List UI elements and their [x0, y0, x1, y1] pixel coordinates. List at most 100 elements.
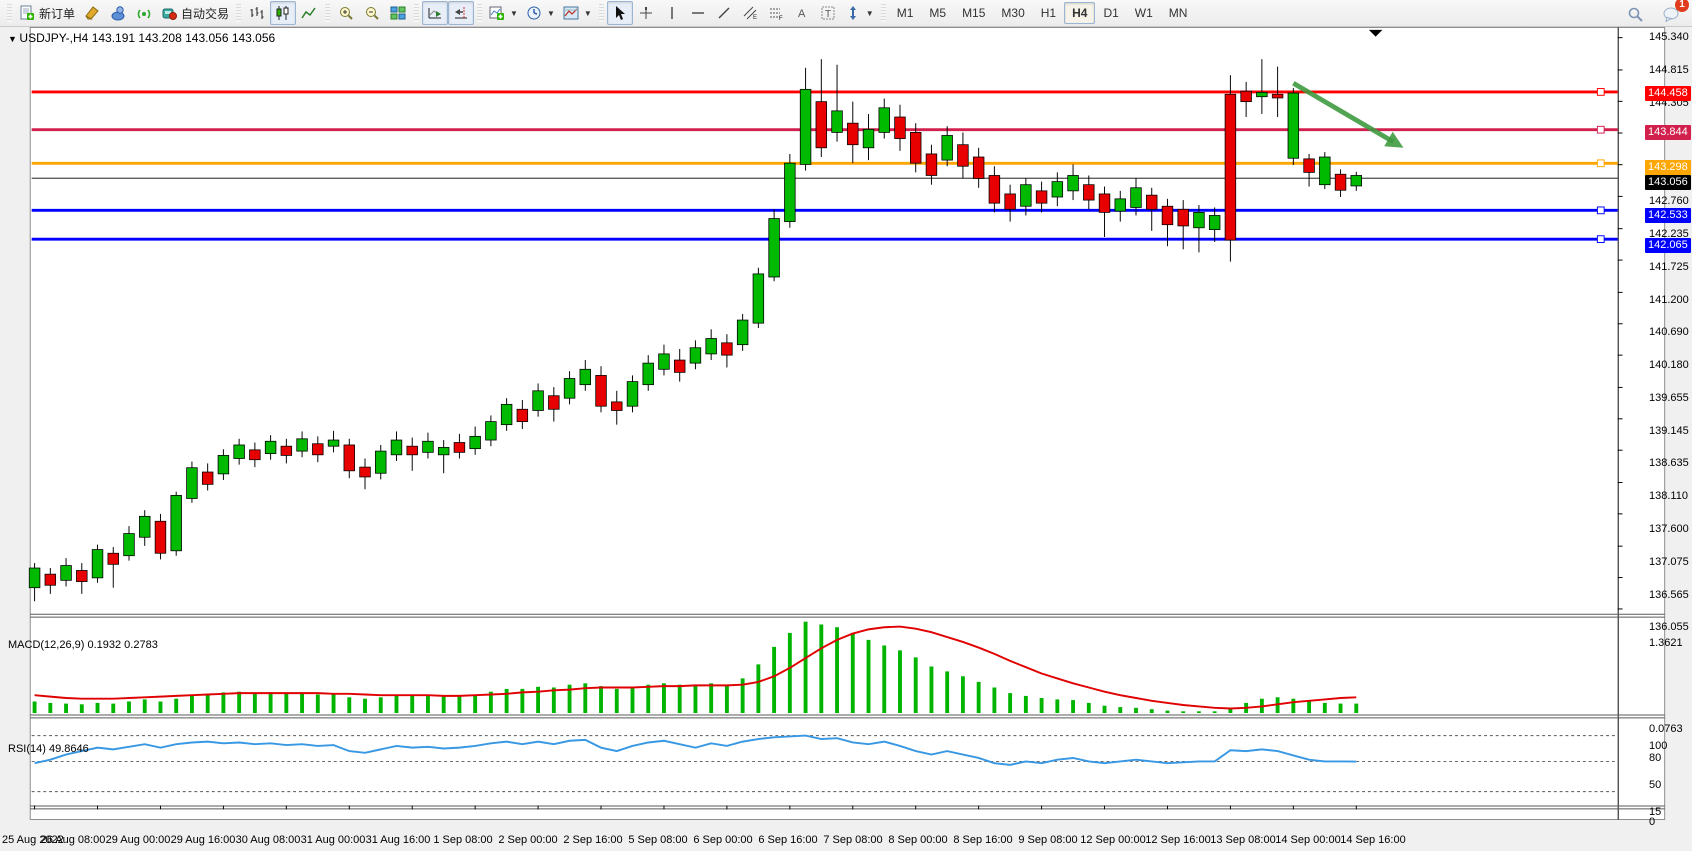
signal-waves-icon [136, 5, 152, 21]
line-handle[interactable] [1597, 236, 1604, 243]
macd-histogram-bar [678, 685, 682, 713]
channel-button[interactable]: E [737, 1, 763, 25]
macd-histogram-bar [332, 694, 336, 713]
candle [785, 154, 796, 228]
timeframe-H1[interactable]: H1 [1033, 2, 1064, 24]
template-icon [563, 5, 579, 21]
macd-histogram-bar [725, 685, 729, 713]
timeframe-D1[interactable]: D1 [1095, 2, 1126, 24]
macd-histogram-bar [379, 697, 383, 713]
text-button[interactable]: A [789, 1, 815, 25]
templates-button[interactable]: ▼ [559, 1, 596, 25]
timeframe-M1[interactable]: M1 [889, 2, 922, 24]
macd-histogram-bar [442, 696, 446, 713]
macd-histogram-bar [174, 699, 178, 713]
line-handle[interactable] [1597, 207, 1604, 214]
horizontal-line-button[interactable] [685, 1, 711, 25]
timeframe-MN[interactable]: MN [1161, 2, 1196, 24]
macd-histogram-bar [945, 671, 949, 713]
toolbar-grip[interactable] [414, 4, 419, 22]
periods-dropdown-caret: ▼ [547, 9, 555, 18]
auto-scroll-icon [427, 5, 443, 21]
macd-histogram-bar [961, 676, 965, 713]
timeframe-M5[interactable]: M5 [921, 2, 954, 24]
macd-histogram-bar [819, 624, 823, 713]
trade-group: 新订单 自动交易 [15, 0, 233, 26]
line-handle[interactable] [1597, 126, 1604, 133]
toolbar-grip[interactable] [236, 4, 241, 22]
tile-windows-icon [390, 5, 406, 21]
timeframe-M15[interactable]: M15 [954, 2, 993, 24]
clock-icon [526, 5, 542, 21]
autotrading-button[interactable]: 自动交易 [157, 1, 233, 25]
toolbar-grip[interactable] [325, 4, 330, 22]
search-icon [1627, 6, 1644, 23]
macd-histogram-bar [143, 699, 147, 713]
macd-histogram-bar [756, 664, 760, 713]
equidistant-channel-icon: E [742, 5, 758, 21]
toolbar-grip[interactable] [477, 4, 482, 22]
macd-histogram-bar [1181, 711, 1185, 713]
arrows-button[interactable]: ▼ [841, 1, 878, 25]
toolbar-grip[interactable] [881, 4, 886, 22]
macd-histogram-bar [33, 702, 37, 714]
timeframe-group: M1M5M15M30H1H4D1W1MN [889, 0, 1196, 26]
crosshair-button[interactable] [633, 1, 659, 25]
text-label-button[interactable]: T [815, 1, 841, 25]
gold-tool-icon [84, 5, 100, 21]
vertical-line-button[interactable] [659, 1, 685, 25]
fibonacci-button[interactable]: F [763, 1, 789, 25]
macd-histogram-bar [457, 696, 461, 713]
macd-histogram-bar [300, 693, 304, 713]
new-order-button[interactable]: 新订单 [15, 1, 79, 25]
autotrading-label: 自动交易 [181, 5, 229, 22]
timeframe-H4[interactable]: H4 [1064, 2, 1095, 24]
auto-scroll-button[interactable] [422, 1, 448, 25]
indicators-dropdown-caret: ▼ [510, 9, 518, 18]
timeframe-W1[interactable]: W1 [1127, 2, 1161, 24]
toolbar-grip[interactable] [7, 4, 12, 22]
chart-shift-icon [453, 5, 469, 21]
notification-badge: 1 [1675, 0, 1689, 12]
search-button[interactable] [1622, 2, 1648, 26]
macd-histogram-bar [882, 645, 886, 713]
signals-button[interactable] [131, 1, 157, 25]
zoom-out-button[interactable] [359, 1, 385, 25]
svg-text:F: F [779, 16, 783, 21]
line-handle[interactable] [1597, 89, 1604, 96]
chart-shift-button[interactable] [448, 1, 474, 25]
macd-histogram-bar [473, 695, 477, 714]
cursor-button[interactable] [607, 1, 633, 25]
metaeditor-button[interactable] [79, 1, 105, 25]
bar-chart-button[interactable] [244, 1, 270, 25]
toolbar-grip[interactable] [599, 4, 604, 22]
line-handle[interactable] [1597, 160, 1604, 167]
macd-histogram-bar [206, 694, 210, 713]
macd-histogram-bar [615, 689, 619, 713]
candlestick-chart-button[interactable] [270, 1, 296, 25]
zoom-in-button[interactable] [333, 1, 359, 25]
macd-histogram-bar [426, 695, 430, 713]
macd-histogram-bar [190, 695, 194, 714]
macd-histogram-bar [914, 657, 918, 713]
macd-histogram-bar [646, 685, 650, 713]
chart-type-group [244, 0, 322, 26]
macd-histogram-bar [1055, 699, 1059, 713]
macd-histogram-bar [1008, 693, 1012, 713]
candle [1319, 152, 1330, 189]
macd-histogram-bar [284, 694, 288, 713]
text-label-icon: T [820, 5, 836, 21]
tile-windows-button[interactable] [385, 1, 411, 25]
chart-canvas[interactable] [0, 27, 1692, 851]
indicators-button[interactable]: ▼ [485, 1, 522, 25]
line-chart-button[interactable] [296, 1, 322, 25]
trendline-button[interactable] [711, 1, 737, 25]
autotrading-icon [161, 5, 177, 21]
candle [1288, 88, 1299, 165]
scroll-group [422, 0, 474, 26]
timeframe-M30[interactable]: M30 [993, 2, 1032, 24]
account-button[interactable] [105, 1, 131, 25]
macd-histogram-bar [1087, 703, 1091, 713]
notifications-button[interactable]: 1 [1658, 2, 1684, 26]
periods-button[interactable]: ▼ [522, 1, 559, 25]
